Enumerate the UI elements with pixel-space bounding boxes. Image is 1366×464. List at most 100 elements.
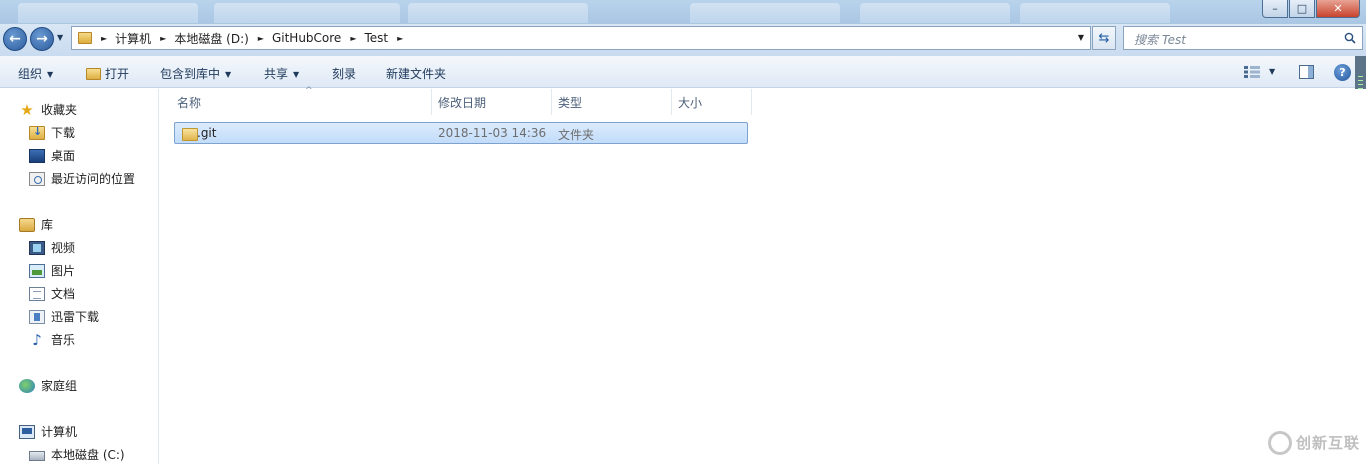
nav-item-documents[interactable]: 文档 [29,285,75,302]
chevron-down-icon: ▼ [225,70,232,79]
organize-label: 组织 [18,67,43,81]
forward-button[interactable]: → [30,27,54,51]
chevron-down-icon: ▼ [293,70,300,79]
breadcrumb-githubcore[interactable]: GitHubCore [272,31,341,45]
background-tab [860,3,1010,23]
nav-item-pictures[interactable]: 图片 [29,262,75,279]
background-tab [1020,3,1170,23]
file-modified: 2018-11-03 14:36 [438,126,547,140]
search-input[interactable]: 搜索 Test [1123,26,1363,50]
breadcrumb-chevron-icon[interactable]: ► [350,34,356,43]
share-button[interactable]: 共享 ▼ [264,65,299,82]
navigation-pane: ★ 收藏夹 下载 桌面 最近访问的位置 库 视频 图片 文档 迅雷下载 ♪ 音乐… [0,89,159,464]
video-library-icon [29,240,45,255]
watermark: 创新互联 [1266,421,1366,464]
column-header-type[interactable]: 类型 [550,89,672,115]
watermark-logo-icon [1268,430,1292,455]
nav-libraries-label: 库 [41,218,54,232]
file-list: 名称 ^ 修改日期 类型 大小 .git 2018-11-03 14:36 文件… [160,86,1366,464]
nav-computer-label: 计算机 [41,425,78,439]
nav-item-xunlei-downloads[interactable]: 迅雷下载 [29,308,99,325]
downloads-folder-icon [29,125,45,140]
star-icon: ★ [20,100,34,119]
file-type: 文件夹 [558,128,595,142]
back-button[interactable]: ← [3,27,27,51]
column-header-size[interactable]: 大小 [670,89,752,115]
breadcrumb-chevron-icon[interactable]: ► [397,34,403,43]
drive-icon [29,451,45,461]
nav-item-downloads[interactable]: 下载 [29,124,75,141]
nav-item-music[interactable]: ♪ 音乐 [29,331,75,348]
nav-item-recent-places[interactable]: 最近访问的位置 [29,170,135,187]
column-header-name[interactable]: 名称 ^ [169,86,432,115]
maximize-button[interactable]: □ [1289,0,1315,18]
minimize-button[interactable]: – [1262,0,1288,18]
address-row: ← → ▼ ► 计算机 ► 本地磁盘 (D:) ► GitHubCore ► T… [0,24,1366,56]
nav-item-label: 迅雷下载 [51,310,100,324]
nav-item-desktop[interactable]: 桌面 [29,147,75,164]
breadcrumb-drive-d[interactable]: 本地磁盘 (D:) [174,30,248,47]
folder-icon [182,126,198,141]
nav-item-videos[interactable]: 视频 [29,239,75,256]
nav-homegroup-label: 家庭组 [41,379,78,393]
command-bar: 组织 ▼ 打开 包含到库中 ▼ 共享 ▼ 刻录 新建文件夹 ▼ ? [0,56,1366,88]
music-note-icon: ♪ [32,330,42,349]
computer-icon [19,424,35,439]
folder-icon [78,32,92,44]
close-button[interactable]: ✕ [1316,0,1360,18]
address-bar[interactable]: ► 计算机 ► 本地磁盘 (D:) ► GitHubCore ► Test ► … [71,26,1091,50]
column-header-label: 大小 [678,95,703,110]
burn-button[interactable]: 刻录 [332,65,356,82]
back-arrow-icon: ← [9,31,21,47]
column-header-date-modified[interactable]: 修改日期 [430,89,552,115]
nav-item-label: 图片 [51,264,76,278]
open-button[interactable]: 打开 [86,65,129,82]
nav-homegroup[interactable]: 家庭组 [19,377,77,394]
nav-computer[interactable]: 计算机 [19,423,77,440]
homegroup-icon [19,378,35,393]
nav-item-label: 文档 [51,287,76,301]
address-history-dropdown[interactable]: ▼ [1078,33,1084,42]
burn-label: 刻录 [332,67,357,81]
nav-item-label: 视频 [51,241,76,255]
change-view-icon[interactable] [1244,66,1260,78]
include-in-library-button[interactable]: 包含到库中 ▼ [160,65,231,82]
breadcrumb-computer[interactable]: 计算机 [115,30,151,47]
nav-item-label: 下载 [51,126,76,140]
search-icon[interactable] [1344,32,1356,44]
nav-libraries[interactable]: 库 [19,216,53,233]
refresh-button[interactable]: ⇆ [1092,26,1116,50]
breadcrumb-test[interactable]: Test [364,31,388,45]
nav-item-label: 本地磁盘 (C:) [51,448,125,462]
background-tab [214,3,400,23]
title-bar: – □ ✕ [0,0,1366,24]
recent-pages-dropdown[interactable]: ▼ [57,33,63,42]
nav-item-drive-c[interactable]: 本地磁盘 (C:) [29,446,125,463]
nav-item-label: 最近访问的位置 [51,172,136,186]
open-label: 打开 [105,67,130,81]
picture-library-icon [29,263,45,278]
watermark-text: 创新互联 [1296,434,1361,452]
nav-favorites[interactable]: ★ 收藏夹 [19,101,77,118]
file-row[interactable]: .git 2018-11-03 14:36 文件夹 [174,122,748,144]
breadcrumb-chevron-icon[interactable]: ► [160,34,166,43]
share-label: 共享 [264,67,289,81]
refresh-icon: ⇆ [1098,30,1110,46]
new-folder-button[interactable]: 新建文件夹 [386,65,446,82]
nav-favorites-label: 收藏夹 [41,103,78,117]
help-icon[interactable]: ? [1334,64,1351,81]
breadcrumb-chevron-icon[interactable]: ► [258,34,264,43]
xunlei-library-icon [29,309,45,324]
recent-places-icon [29,171,45,186]
sort-ascending-icon: ^ [305,86,313,96]
preview-pane-icon[interactable] [1299,65,1314,79]
organize-menu-button[interactable]: 组织 ▼ [18,65,53,82]
view-options-dropdown[interactable]: ▼ [1269,67,1275,76]
breadcrumb-chevron-icon[interactable]: ► [101,34,107,43]
file-name: .git [197,126,217,140]
chevron-down-icon: ▼ [47,70,54,79]
search-placeholder: 搜索 Test [1134,33,1187,47]
window-controls: – □ ✕ [1262,0,1360,18]
nav-item-label: 音乐 [51,333,76,347]
document-library-icon [29,286,45,301]
